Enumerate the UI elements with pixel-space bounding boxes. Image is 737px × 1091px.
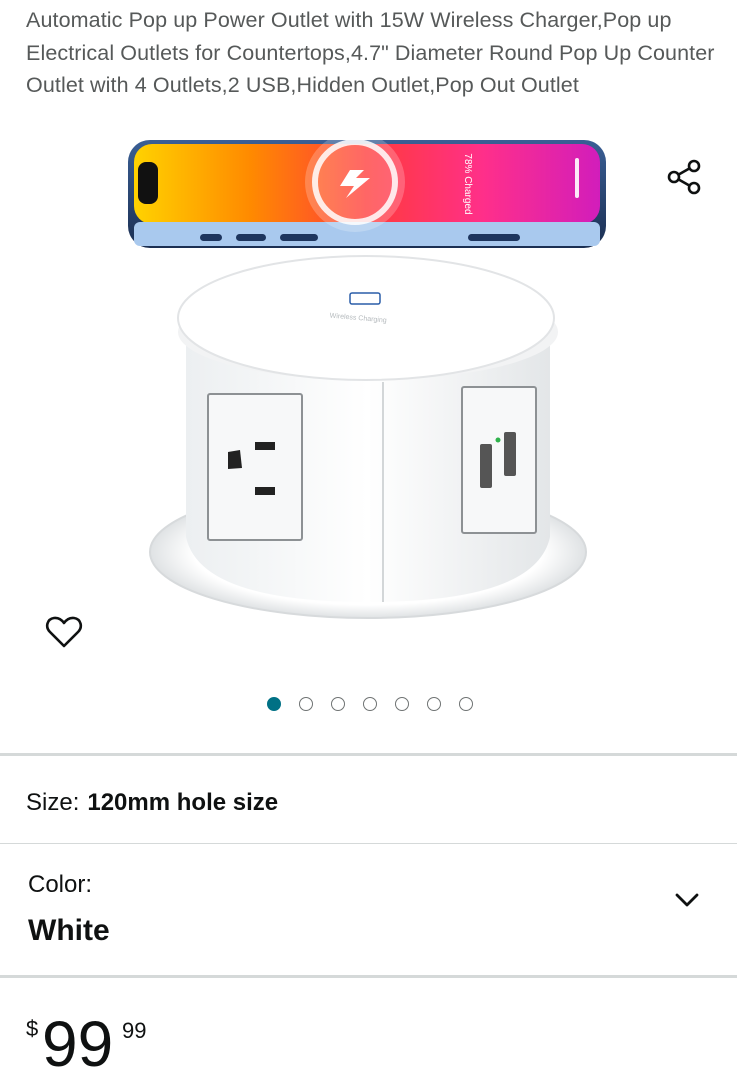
share-icon (667, 159, 701, 195)
section-divider (0, 975, 737, 978)
phone-screen-text: 78% Charged (462, 153, 473, 214)
product-image-gallery[interactable]: 78% Charged Wireless Charging (0, 132, 737, 672)
pagination-dot-4[interactable] (363, 697, 377, 711)
color-value: White (28, 914, 110, 947)
wishlist-button[interactable] (40, 608, 88, 656)
pagination-dot-6[interactable] (427, 697, 441, 711)
pagination-dot-7[interactable] (459, 697, 473, 711)
product-image[interactable]: 78% Charged Wireless Charging (100, 132, 640, 672)
share-button[interactable] (662, 154, 708, 200)
size-selector: Size: 120mm hole size (26, 786, 278, 820)
price-symbol: $ (26, 1016, 39, 1041)
price-fraction: 99 (122, 1018, 147, 1043)
image-pagination (0, 697, 737, 717)
color-label: Color: (28, 871, 93, 898)
pagination-dot-2[interactable] (299, 697, 313, 711)
section-divider (0, 753, 737, 756)
pagination-dot-1[interactable] (267, 697, 281, 711)
heart-icon (45, 616, 83, 648)
pagination-dot-3[interactable] (331, 697, 345, 711)
price-whole: 99 (42, 1008, 114, 1080)
product-title: Automatic Pop up Power Outlet with 15W W… (26, 8, 715, 97)
pagination-dot-5[interactable] (395, 697, 409, 711)
divider (0, 843, 737, 844)
size-label: Size: (26, 789, 80, 816)
size-value: 120mm hole size (87, 789, 279, 816)
chevron-down-icon (675, 893, 699, 907)
color-selector[interactable]: Color: White (0, 845, 737, 975)
